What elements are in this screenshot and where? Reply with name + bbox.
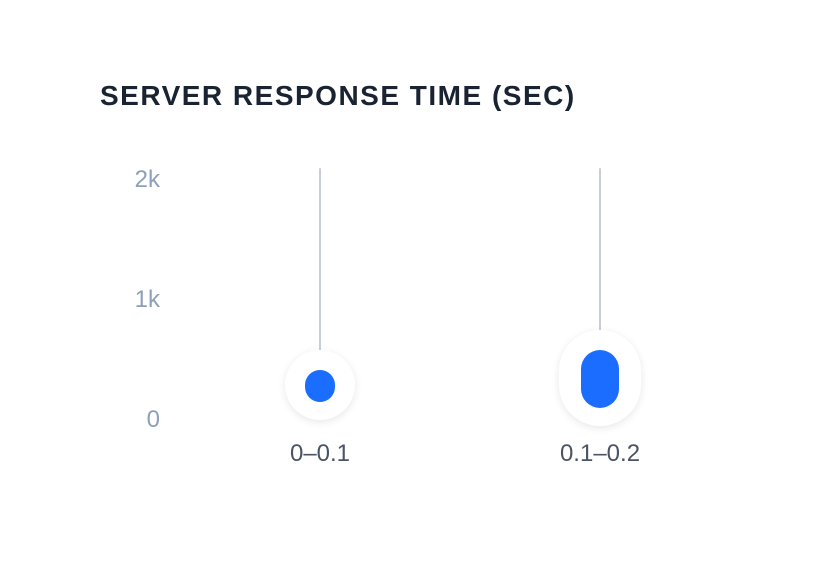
- y-tick-1k: 1k: [100, 286, 160, 314]
- chart-column-1: 0.1–0.2: [460, 180, 740, 460]
- column-1-plot: [460, 180, 740, 420]
- x-label-0: 0–0.1: [290, 440, 350, 468]
- y-tick-2k: 2k: [100, 166, 160, 194]
- y-axis: 2k 1k 0: [100, 180, 160, 420]
- plot-area: 2k 1k 0 0–0.1 0.1–0.2: [100, 180, 740, 460]
- y-tick-0: 0: [100, 406, 160, 434]
- column-1-core: [581, 350, 619, 408]
- column-0-plot: [180, 180, 460, 420]
- chart-container: SERVER RESPONSE TIME (SEC) 2k 1k 0 0–0.1: [0, 0, 831, 570]
- x-label-1: 0.1–0.2: [560, 440, 640, 468]
- chart-title: SERVER RESPONSE TIME (SEC): [100, 80, 576, 112]
- chart-column-0: 0–0.1: [180, 180, 460, 460]
- column-0-core: [305, 370, 335, 402]
- chart-columns: 0–0.1 0.1–0.2: [180, 180, 740, 460]
